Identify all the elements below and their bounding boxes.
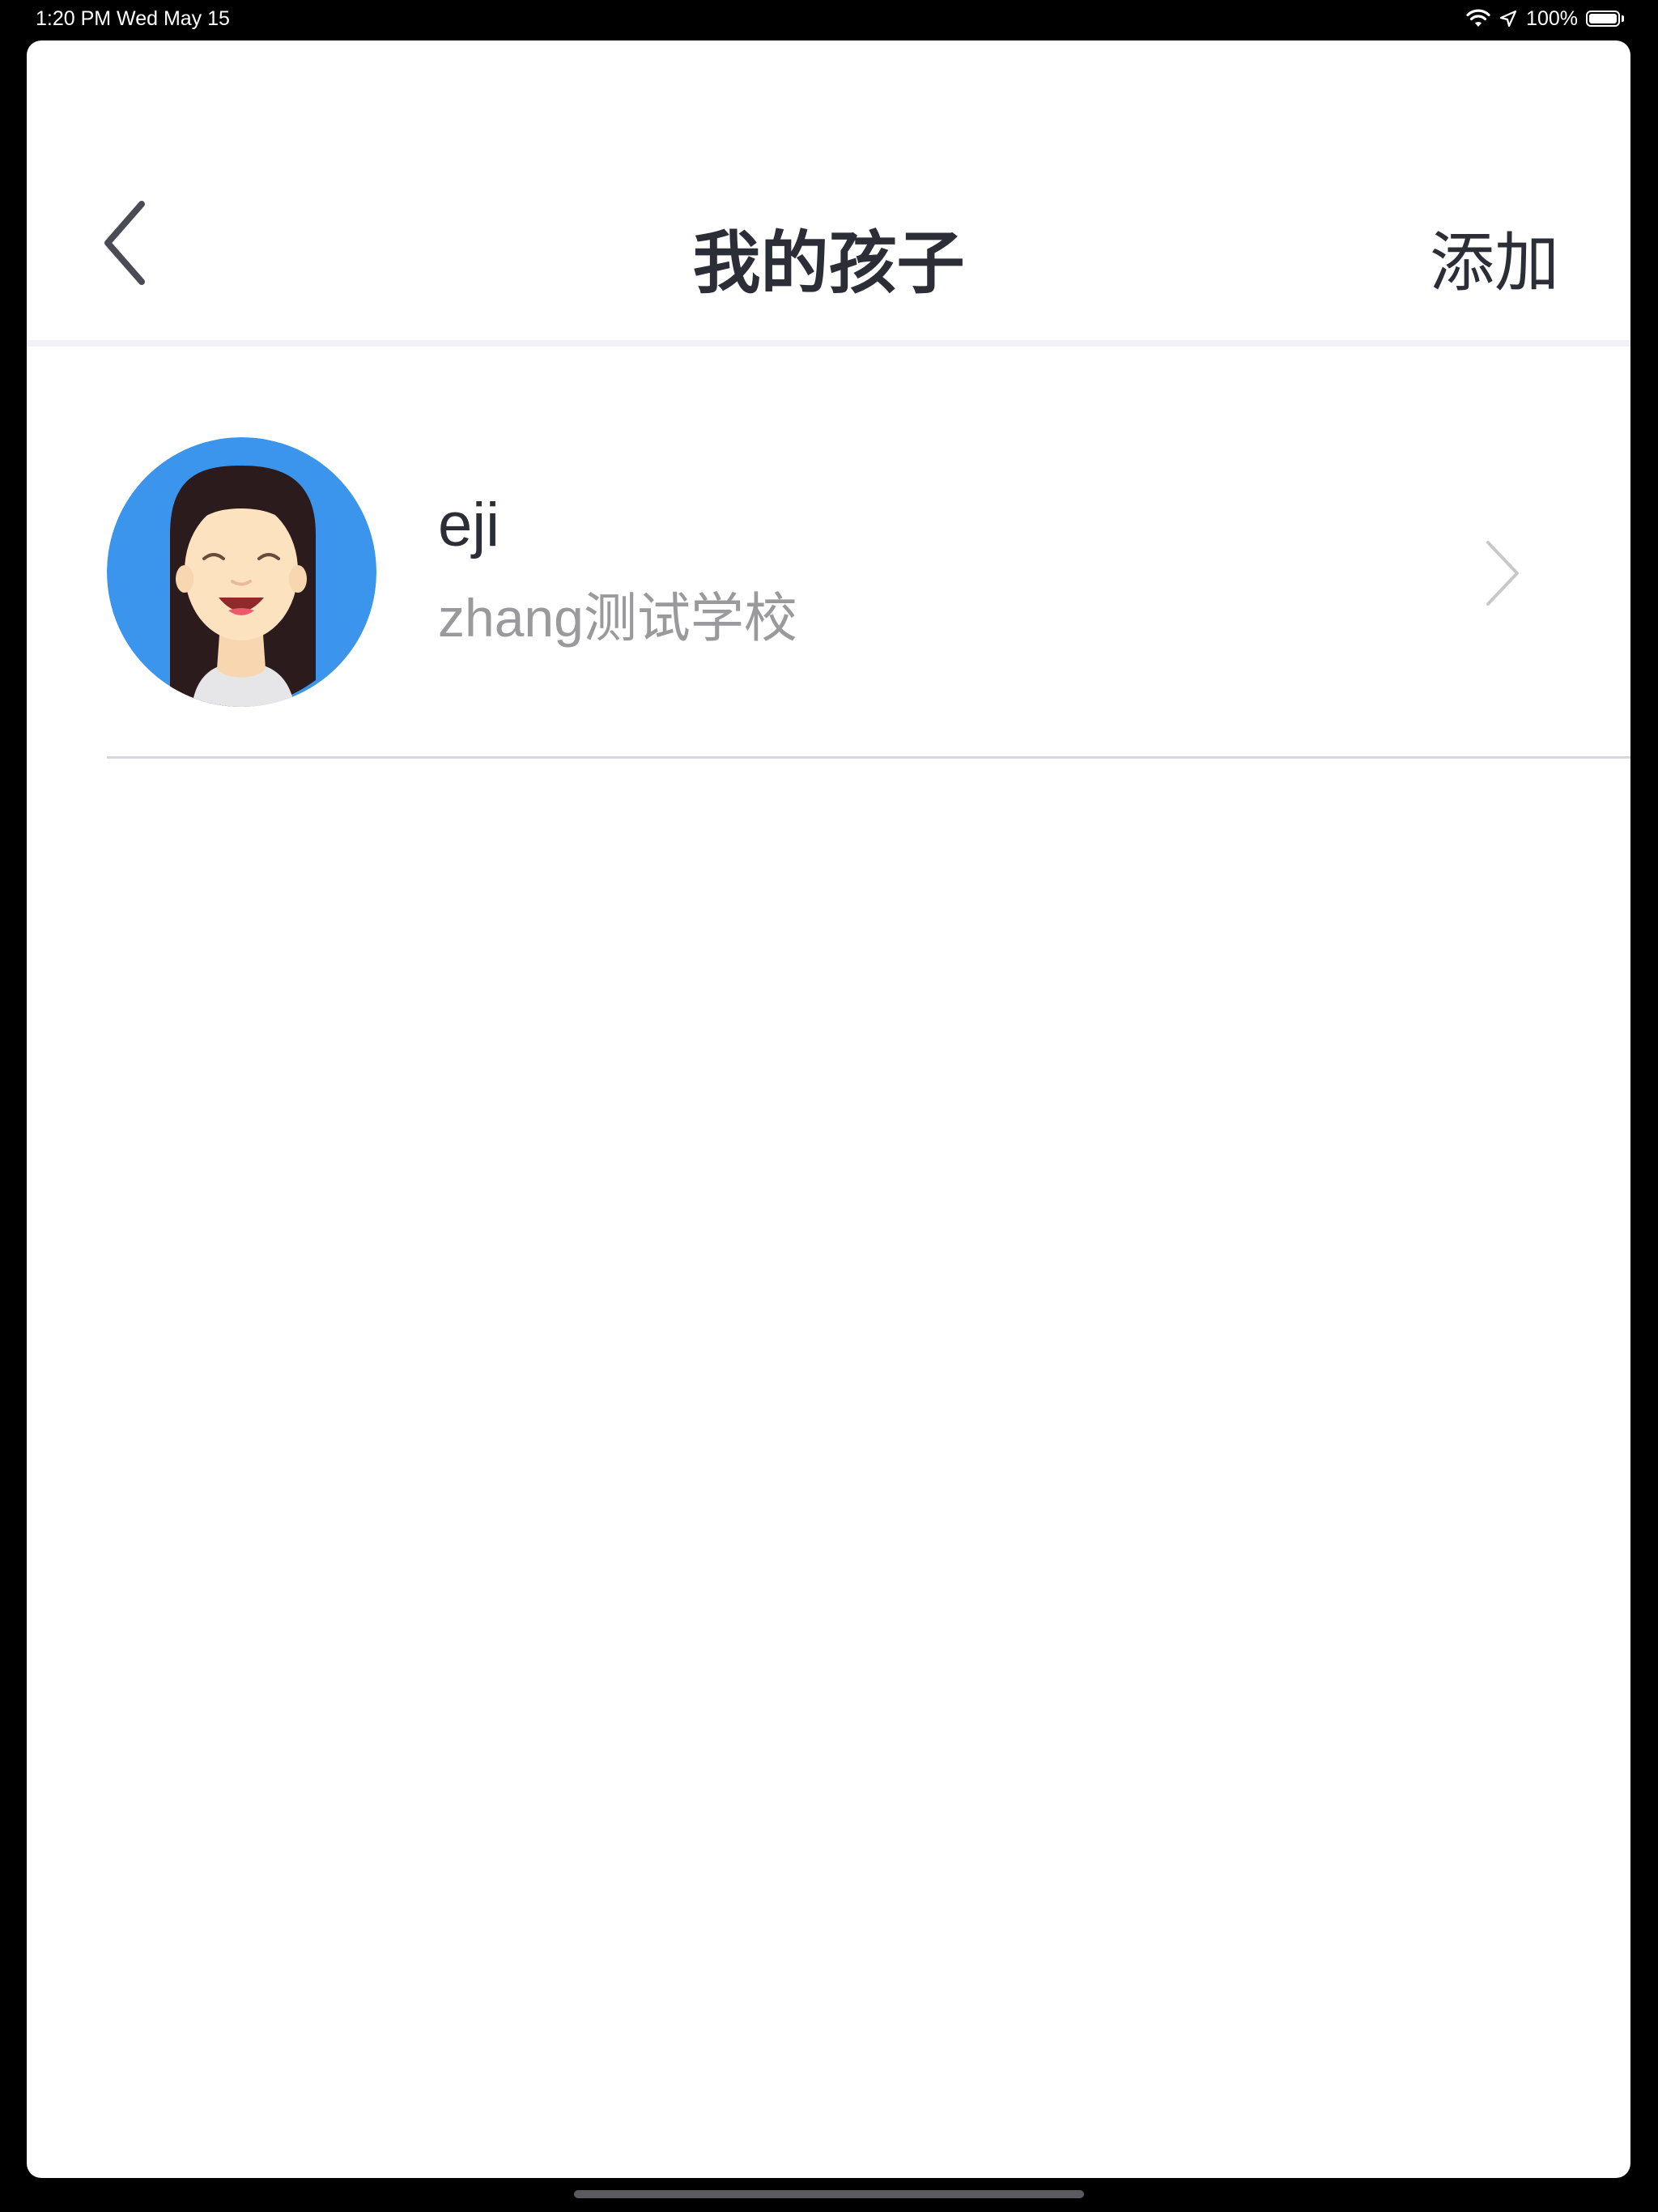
girl-avatar-icon (107, 437, 376, 707)
child-name: eji (438, 491, 500, 559)
nav-divider (27, 340, 1630, 347)
page-title: 我的孩子 (692, 223, 965, 303)
battery-percent: 100% (1526, 6, 1578, 30)
modal-sheet: 我的孩子 添加 eji zhang测试学校 (27, 40, 1630, 2178)
navigation-bar: 我的孩子 添加 (27, 40, 1630, 340)
status-indicators: 100% (1466, 5, 1624, 32)
chevron-right-icon (1486, 541, 1519, 606)
status-time: 1:20 PM Wed May 15 (36, 7, 230, 30)
location-arrow-icon (1499, 10, 1517, 28)
battery-level (1589, 14, 1617, 23)
status-bar: 1:20 PM Wed May 15 100% (0, 0, 1658, 39)
battery-icon (1586, 11, 1624, 27)
child-school: zhang测试学校 (438, 588, 797, 648)
child-list-item[interactable]: eji zhang测试学校 (27, 347, 1630, 758)
add-child-button[interactable]: 添加 (1430, 223, 1559, 304)
home-indicator[interactable] (574, 2190, 1084, 2198)
row-divider (107, 756, 1630, 759)
wifi-icon (1466, 9, 1490, 27)
